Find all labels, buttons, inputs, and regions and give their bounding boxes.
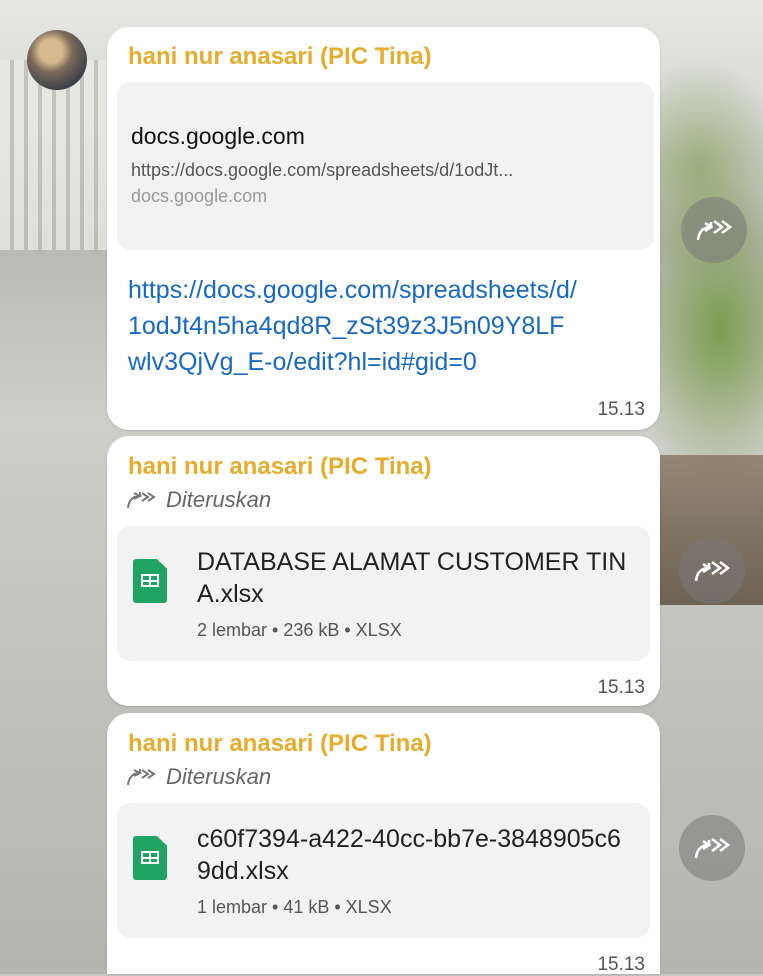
- file-meta: 2 lembar • 236 kB • XLSX: [197, 620, 402, 640]
- message-bubble-file[interactable]: hani nur anasari (PIC Tina) Diteruskan c…: [107, 713, 660, 975]
- share-button[interactable]: [679, 538, 745, 604]
- link-preview-url: https://docs.google.com/spreadsheets/d/1…: [131, 160, 514, 180]
- forwarded-text: Diteruskan: [166, 764, 272, 789]
- file-meta: 1 lembar • 41 kB • XLSX: [197, 897, 392, 917]
- link-preview-card[interactable]: docs.google.com https://docs.google.com/…: [117, 82, 654, 250]
- avatar[interactable]: [27, 30, 87, 90]
- share-icon: [694, 560, 731, 582]
- message-bubble-link[interactable]: hani nur anasari (PIC Tina) docs.google.…: [107, 27, 660, 430]
- share-button[interactable]: [679, 815, 745, 881]
- message-link[interactable]: https://docs.google.com/spreadsheets/d/1…: [128, 272, 578, 380]
- link-preview-title: docs.google.com: [131, 123, 305, 149]
- forwarded-text: Diteruskan: [166, 487, 272, 512]
- forwarded-label: Diteruskan: [126, 764, 271, 790]
- file-name: DATABASE ALAMAT CUSTOMER TINA.xlsx: [197, 548, 627, 608]
- message-time: 15.13: [597, 399, 645, 420]
- share-button[interactable]: [681, 197, 747, 263]
- spreadsheet-file-icon: [133, 836, 167, 880]
- spreadsheet-file-icon: [133, 559, 167, 603]
- sender-name[interactable]: hani nur anasari (PIC Tina): [128, 730, 432, 758]
- message-time: 15.13: [597, 677, 645, 698]
- file-attachment[interactable]: c60f7394-a422-40cc-bb7e-3848905c69dd.xls…: [117, 803, 650, 938]
- share-icon: [696, 219, 733, 241]
- share-icon: [694, 837, 731, 859]
- file-name: c60f7394-a422-40cc-bb7e-3848905c69dd.xls…: [197, 825, 621, 885]
- message-bubble-file[interactable]: hani nur anasari (PIC Tina) Diteruskan D…: [107, 436, 660, 706]
- sender-name[interactable]: hani nur anasari (PIC Tina): [128, 453, 432, 481]
- file-attachment[interactable]: DATABASE ALAMAT CUSTOMER TINA.xlsx 2 lem…: [117, 526, 650, 661]
- sender-name[interactable]: hani nur anasari (PIC Tina): [128, 43, 432, 71]
- forward-icon: [127, 769, 156, 786]
- message-time: 15.13: [597, 954, 645, 975]
- link-preview-domain: docs.google.com: [131, 186, 268, 206]
- forwarded-label: Diteruskan: [126, 487, 271, 513]
- forward-icon: [127, 492, 156, 509]
